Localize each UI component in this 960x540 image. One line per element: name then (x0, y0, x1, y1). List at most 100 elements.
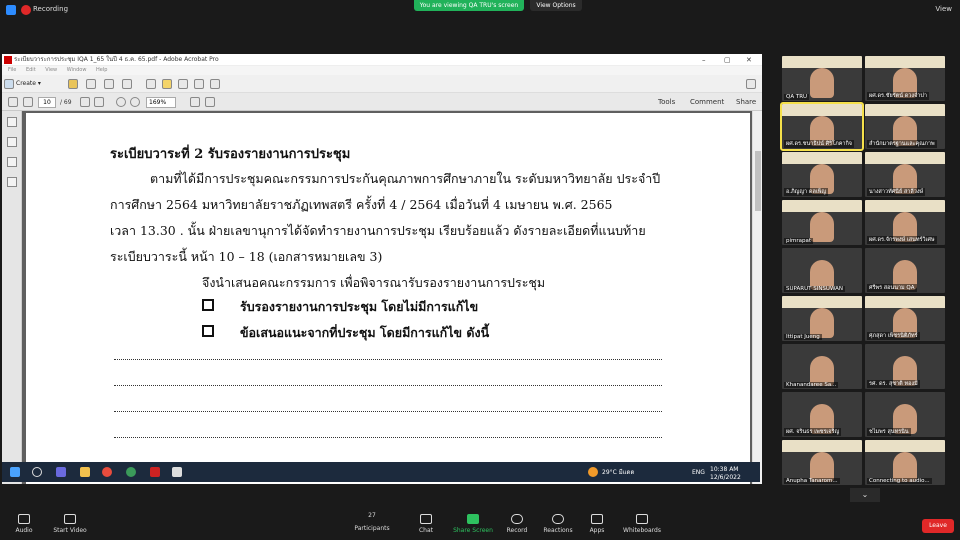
participant-tile[interactable]: ศรีพร สอนนาม QA (865, 248, 945, 293)
page-thumbnails-icon[interactable] (7, 117, 17, 127)
comment-icon[interactable] (162, 79, 172, 89)
apps-button[interactable]: Apps (584, 508, 610, 540)
participant-tile[interactable]: Khanandaree Sa... (782, 344, 862, 389)
participant-tile[interactable]: Connecting to audio... (865, 440, 945, 485)
microphone-icon (18, 514, 30, 524)
weather-icon (588, 467, 598, 477)
participant-tile[interactable]: Ittipat Jueng (782, 296, 862, 341)
search-icon[interactable] (32, 467, 42, 477)
reactions-button[interactable]: Reactions (540, 508, 576, 540)
view-options-button[interactable]: View Options (530, 0, 582, 11)
chat-icon (420, 514, 432, 524)
save-icon[interactable] (86, 79, 96, 89)
participant-tile[interactable]: อ.ภิญญา ดลเพ็ญ (782, 152, 862, 197)
fill-line-3 (114, 411, 662, 412)
participant-tile[interactable]: ผศ.ดร.จักรพงษ์ เสนทร์วิเศษ (865, 200, 945, 245)
share-link[interactable]: Share (736, 97, 756, 108)
teams-icon[interactable] (56, 467, 66, 477)
participant-tile-active-speaker[interactable]: ผศ.ดร.ชนาธิปน์ ศิริโภคากิจ (780, 102, 864, 151)
participant-tile[interactable]: Anupha Tanarom... (782, 440, 862, 485)
menu-view[interactable]: View (45, 67, 57, 73)
participant-tile[interactable]: ศุภสุดา เพ็ชรนิติภัทร์ (865, 296, 945, 341)
close-icon[interactable]: ✕ (746, 54, 752, 66)
document-taskbar-icon[interactable] (172, 467, 182, 477)
open-folder-icon[interactable] (68, 79, 78, 89)
record-button[interactable]: Record (502, 508, 532, 540)
option-2-checkbox[interactable] (202, 325, 214, 337)
scrollbar-thumb[interactable] (755, 151, 761, 211)
start-video-button[interactable]: Start Video (50, 508, 90, 540)
bookmarks-icon[interactable] (7, 137, 17, 147)
page-up-icon[interactable] (8, 97, 18, 107)
menu-edit[interactable]: Edit (26, 67, 36, 73)
chrome-icon[interactable] (102, 467, 112, 477)
zoom-in-icon[interactable] (130, 97, 140, 107)
zoom-out-icon[interactable] (116, 97, 126, 107)
option-1-checkbox[interactable] (202, 299, 214, 311)
fill-line-4 (114, 437, 662, 438)
print-icon[interactable] (104, 79, 114, 89)
participant-tile[interactable]: QA TRU (782, 56, 862, 101)
whiteboards-button[interactable]: Whiteboards (620, 508, 664, 540)
participant-tile[interactable]: นางสาวทัศนีย์ สาลีวงษ์ (865, 152, 945, 197)
gallery-next-page-chevron-icon[interactable]: ⌄ (850, 488, 880, 502)
settings-gear-icon[interactable] (146, 79, 156, 89)
participants-button[interactable]: 27 Participants (352, 508, 392, 540)
menu-help[interactable]: Help (96, 67, 107, 73)
whiteboard-icon (636, 514, 648, 524)
participant-tile[interactable]: ชไมพร สุนทรนิน (865, 392, 945, 437)
file-explorer-icon[interactable] (80, 467, 90, 477)
participant-gallery: QA TRU ผศ.ดร.ชัยรัตน์ ดวงจำปา ผศ.ดร.ชนาธ… (780, 54, 950, 486)
tools-link[interactable]: Tools (658, 97, 675, 108)
paragraph-line-4: ระเบียบวาระนี้ หน้า 10 – 18 (เอกสารหมายเ… (110, 249, 383, 264)
recording-icon (21, 5, 31, 15)
audio-button[interactable]: Audio (10, 508, 38, 540)
zoom-top-bar: Recording You are viewing QA TRU's scree… (0, 0, 960, 20)
minimize-icon[interactable]: – (702, 54, 706, 66)
attachment-icon[interactable] (7, 157, 17, 167)
select-cursor-icon[interactable] (80, 97, 90, 107)
chrome-profile-icon[interactable] (126, 467, 136, 477)
navigation-pane (2, 111, 22, 484)
menu-file[interactable]: File (8, 67, 16, 73)
recording-label: Recording (33, 5, 69, 13)
zoom-level-select[interactable]: 169% (146, 97, 176, 108)
page-number-input[interactable]: 10 (38, 97, 56, 108)
highlight-icon[interactable] (178, 79, 188, 89)
share-doc-icon[interactable] (210, 79, 220, 89)
sign-icon[interactable] (194, 79, 204, 89)
fit-page-icon[interactable] (190, 97, 200, 107)
create-button[interactable]: Create ▾ (12, 78, 54, 90)
fill-line-1 (114, 359, 662, 360)
vertical-scrollbar[interactable] (752, 111, 762, 484)
chat-button[interactable]: Chat (412, 508, 440, 540)
clock-time: 10:38 AM (710, 466, 739, 473)
participant-tile[interactable]: pimrapat (782, 200, 862, 245)
participant-tile[interactable]: SUPARUT SINSUWAN (782, 248, 862, 293)
share-banner: You are viewing QA TRU's screen (414, 0, 524, 11)
participant-tile[interactable]: สำนักมาตรฐานและคุณภาพ (865, 104, 945, 149)
clock-date: 12/6/2022 (710, 474, 741, 481)
fullscreen-icon[interactable] (205, 97, 215, 107)
share-screen-button[interactable]: Share Screen (452, 508, 494, 540)
zoom-control-bar: Audio Start Video 27 Participants Chat Sh… (0, 508, 960, 540)
email-icon[interactable] (122, 79, 132, 89)
leave-button[interactable]: Leave (922, 519, 954, 533)
comment-link[interactable]: Comment (690, 97, 724, 108)
fill-line-2 (114, 385, 662, 386)
hand-tool-icon[interactable] (94, 97, 104, 107)
participant-tile[interactable]: ผศ. จรินธร เพชรเจริญ (782, 392, 862, 437)
participant-tile[interactable]: รศ. ดร. สุชาติ ทองมี (865, 344, 945, 389)
security-shield-icon[interactable] (6, 5, 16, 15)
expand-icon[interactable] (746, 79, 756, 89)
acrobat-taskbar-icon[interactable] (150, 467, 160, 477)
maximize-icon[interactable]: ▢ (724, 54, 731, 66)
weather-text: 29°C มีแดด (602, 469, 635, 476)
participant-tile[interactable]: ผศ.ดร.ชัยรัตน์ ดวงจำปา (865, 56, 945, 101)
signature-icon[interactable] (7, 177, 17, 187)
language-indicator[interactable]: ENG (692, 469, 705, 476)
view-button[interactable]: View (935, 5, 952, 13)
page-down-icon[interactable] (23, 97, 33, 107)
menu-window[interactable]: Window (67, 67, 87, 73)
windows-start-icon[interactable] (10, 467, 20, 477)
